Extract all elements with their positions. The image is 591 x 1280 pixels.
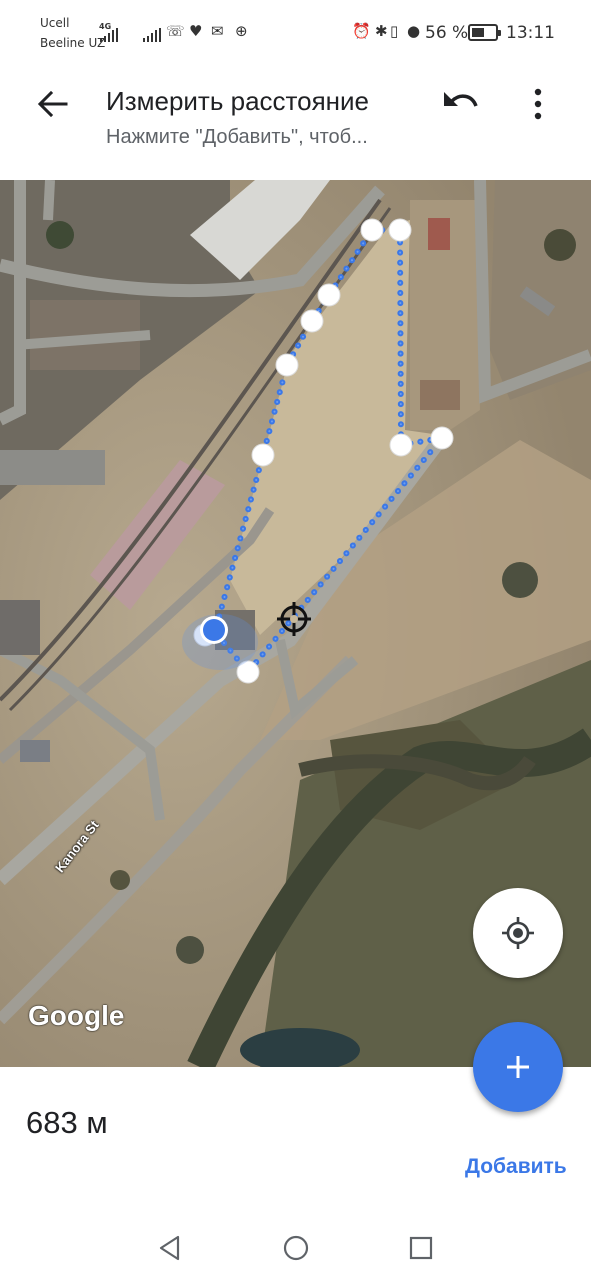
measurement-point[interactable] [300, 309, 324, 333]
location-icon: ● [407, 22, 421, 40]
my-location-button[interactable] [473, 888, 563, 978]
voicemail-icon: ✉ [211, 22, 224, 40]
add-point-link[interactable]: Добавить [465, 1155, 567, 1179]
app-bar: Измерить расстояние Нажмите "Добавить", … [0, 70, 591, 180]
alarm-icon: ⏰ [352, 22, 371, 40]
page-title: Измерить расстояние [106, 86, 370, 116]
carrier-name-2: Beeline UZ [40, 36, 106, 50]
vibrate-icon: ▯ [390, 22, 399, 40]
undo-icon [444, 92, 478, 107]
add-point-button[interactable] [473, 1022, 563, 1112]
measurement-point[interactable] [317, 283, 341, 307]
messenger-icon: ⊕ [235, 22, 248, 40]
plus-icon [507, 1056, 529, 1078]
nav-home-icon [283, 1235, 309, 1261]
system-navigation-bar [0, 1217, 591, 1280]
nav-home-button[interactable] [281, 1233, 311, 1263]
total-distance: 683 м [26, 1105, 108, 1140]
current-location-dot [203, 619, 225, 641]
bluetooth-icon: ✱ [375, 22, 388, 40]
measurement-point[interactable] [251, 443, 275, 467]
measurement-point[interactable] [389, 433, 413, 457]
battery-percent: 56 % [425, 23, 469, 43]
nav-back-icon [159, 1235, 180, 1261]
signal-icon [143, 28, 161, 42]
carrier-name-1: Ucell [40, 16, 70, 30]
nav-recents-icon [409, 1236, 433, 1260]
more-vert-icon [534, 88, 542, 120]
my-location-icon [502, 917, 534, 949]
measurement-point[interactable] [275, 353, 299, 377]
clock: 13:11 [506, 23, 555, 43]
signal-icon [100, 28, 118, 42]
measurement-point[interactable] [388, 218, 412, 242]
missed-call-icon: ☏ [166, 22, 185, 40]
battery-icon [468, 24, 501, 41]
nav-back-button[interactable] [155, 1233, 185, 1263]
satellite-map[interactable]: Kanora St Google [0, 180, 591, 1067]
undo-button[interactable] [438, 84, 482, 124]
measurement-point[interactable] [360, 218, 384, 242]
health-icon: ♥ [189, 22, 203, 40]
battery-level-fill [472, 28, 484, 37]
nav-recents-button[interactable] [406, 1233, 436, 1263]
back-button[interactable] [32, 84, 72, 124]
arrow-back-icon [37, 90, 68, 118]
status-bar: Ucell Beeline UZ 4G ☏ ♥ ✉ ⊕ ⏰ ✱ ▯ ● 56 %… [0, 0, 591, 70]
page-subtitle: Нажмите "Добавить", чтоб... [106, 126, 368, 148]
measurement-point[interactable] [430, 426, 454, 450]
more-options-button[interactable] [520, 84, 556, 124]
google-logo: Google [28, 1000, 125, 1031]
